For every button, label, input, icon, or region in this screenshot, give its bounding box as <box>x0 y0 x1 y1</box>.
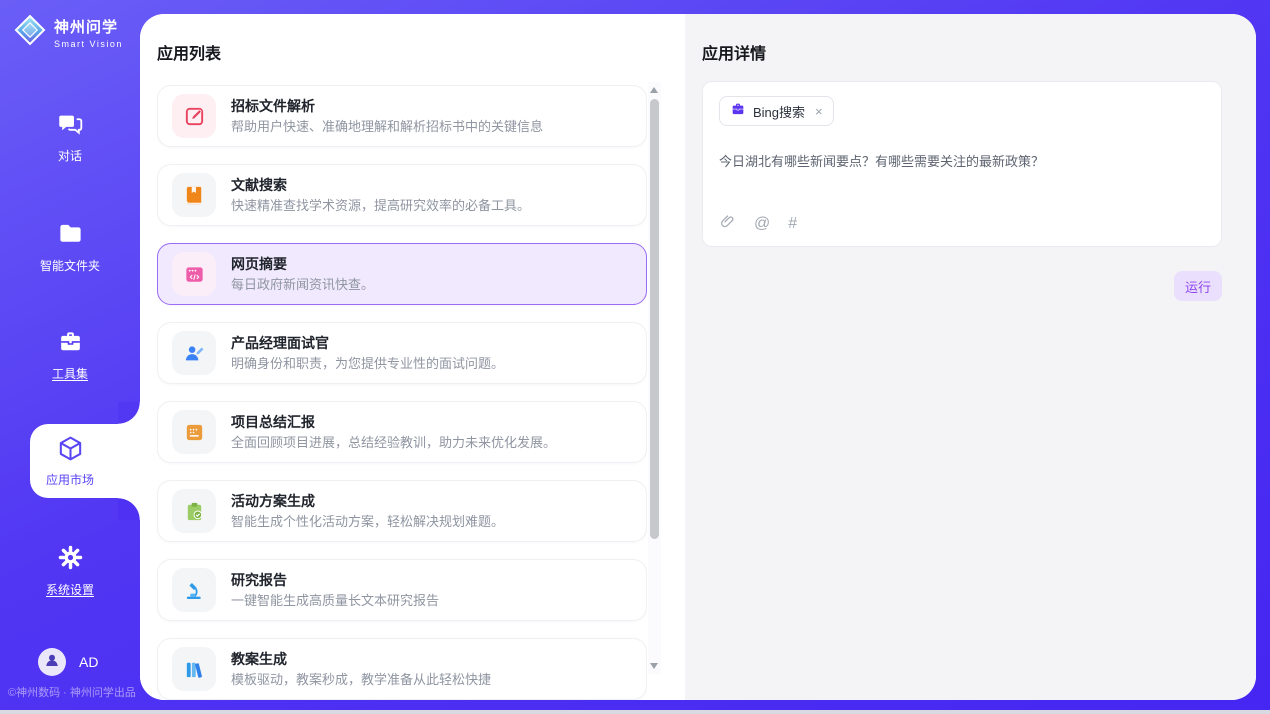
sidebar-item-settings[interactable]: 系统设置 <box>0 544 140 598</box>
sidebar-item-smart-folder[interactable]: 智能文件夹 <box>0 220 140 274</box>
app-detail-panel: 应用详情 Bing搜索 × 今日湖北有哪些新闻要点？有哪些需要关注的最新政策？ … <box>685 14 1256 700</box>
paperclip-icon[interactable] <box>719 213 736 235</box>
scrollbar[interactable] <box>648 82 661 674</box>
app-item-name: 文献搜索 <box>231 175 530 196</box>
sidebar: 神州问学 Smart Vision 对话 智能文件夹 工具集 应用市场 系统设置… <box>0 0 140 710</box>
app-item-description: 每日政府新闻资讯快查。 <box>231 275 374 295</box>
sidebar-item-label: 应用市场 <box>30 471 110 488</box>
tool-chip-bing-search[interactable]: Bing搜索 × <box>719 96 834 126</box>
cube-icon <box>56 450 85 467</box>
memo-icon <box>172 410 216 454</box>
app-item-name: 产品经理面试官 <box>231 333 504 354</box>
app-item-name: 网页摘要 <box>231 254 374 275</box>
sidebar-item-app-market[interactable]: 应用市场 <box>30 424 140 498</box>
book-icon <box>172 173 216 217</box>
app-item-name: 研究报告 <box>231 570 439 591</box>
prompt-card: Bing搜索 × 今日湖北有哪些新闻要点？有哪些需要关注的最新政策？ @ # <box>702 81 1222 247</box>
interviewer-icon <box>172 331 216 375</box>
avatar <box>38 648 66 676</box>
folder-icon <box>57 220 84 248</box>
briefcase-icon <box>730 101 746 122</box>
browser-code-icon <box>172 252 216 296</box>
app-item-name: 教案生成 <box>231 649 491 670</box>
app-list: 招标文件解析帮助用户快速、准确地理解和解析招标书中的关键信息文献搜索快速精准查找… <box>157 85 647 700</box>
sidebar-item-label: 对话 <box>0 147 140 164</box>
chat-icon <box>57 110 84 138</box>
list-item[interactable]: 招标文件解析帮助用户快速、准确地理解和解析招标书中的关键信息 <box>157 85 647 147</box>
list-item[interactable]: 文献搜索快速精准查找学术资源，提高研究效率的必备工具。 <box>157 164 647 226</box>
diamond-logo-icon <box>13 13 47 52</box>
bottom-strip <box>0 710 1270 714</box>
brand: 神州问学 Smart Vision <box>13 13 123 52</box>
sidebar-item-chat[interactable]: 对话 <box>0 110 140 164</box>
scroll-down-arrow-icon[interactable] <box>650 663 658 669</box>
list-item[interactable]: 教案生成模板驱动，教案秒成，教学准备从此轻松快捷 <box>157 638 647 700</box>
user-name: AD <box>79 654 98 670</box>
composer-toolbar: @ # <box>719 213 797 235</box>
sidebar-item-label: 工具集 <box>0 365 140 382</box>
sidebar-item-label: 系统设置 <box>0 581 140 598</box>
app-item-name: 项目总结汇报 <box>231 412 556 433</box>
app-item-name: 招标文件解析 <box>231 96 543 117</box>
app-list-title: 应用列表 <box>157 40 221 64</box>
query-input[interactable]: 今日湖北有哪些新闻要点？有哪些需要关注的最新政策？ <box>719 151 1199 170</box>
app-item-description: 明确身份和职责，为您提供专业性的面试问题。 <box>231 354 504 374</box>
clipboard-check-icon <box>172 489 216 533</box>
brand-subtitle: Smart Vision <box>54 39 123 49</box>
sidebar-item-toolset[interactable]: 工具集 <box>0 328 140 382</box>
edit-icon <box>172 94 216 138</box>
app-list-panel: 应用列表 招标文件解析帮助用户快速、准确地理解和解析招标书中的关键信息文献搜索快… <box>140 14 685 700</box>
app-item-description: 一键智能生成高质量长文本研究报告 <box>231 591 439 611</box>
microscope-icon <box>172 568 216 612</box>
app-item-description: 模板驱动，教案秒成，教学准备从此轻松快捷 <box>231 670 491 690</box>
list-item[interactable]: 网页摘要每日政府新闻资讯快查。 <box>157 243 647 305</box>
list-item[interactable]: 研究报告一键智能生成高质量长文本研究报告 <box>157 559 647 621</box>
user-avatar-icon <box>43 651 61 674</box>
scrollbar-thumb[interactable] <box>650 99 659 539</box>
app-item-description: 全面回顾项目进展，总结经验教训，助力未来优化发展。 <box>231 433 556 453</box>
app-item-description: 快速精准查找学术资源，提高研究效率的必备工具。 <box>231 196 530 216</box>
sidebar-item-label: 智能文件夹 <box>0 257 140 274</box>
brand-title: 神州问学 <box>54 16 123 37</box>
app-item-name: 活动方案生成 <box>231 491 504 512</box>
gear-icon <box>57 544 84 572</box>
toolbox-icon <box>57 328 84 356</box>
scroll-up-arrow-icon[interactable] <box>650 87 658 93</box>
list-item[interactable]: 产品经理面试官明确身份和职责，为您提供专业性的面试问题。 <box>157 322 647 384</box>
app-item-description: 帮助用户快速、准确地理解和解析招标书中的关键信息 <box>231 117 543 137</box>
chip-close-icon[interactable]: × <box>815 104 823 119</box>
app-detail-title: 应用详情 <box>702 40 766 64</box>
run-button[interactable]: 运行 <box>1174 271 1222 301</box>
list-item[interactable]: 项目总结汇报全面回顾项目进展，总结经验教训，助力未来优化发展。 <box>157 401 647 463</box>
hash-icon[interactable]: # <box>788 215 797 233</box>
books-icon <box>172 647 216 691</box>
list-item[interactable]: 活动方案生成智能生成个性化活动方案，轻松解决规划难题。 <box>157 480 647 542</box>
main-panel: 应用列表 招标文件解析帮助用户快速、准确地理解和解析招标书中的关键信息文献搜索快… <box>140 14 1256 700</box>
mention-icon[interactable]: @ <box>754 215 770 233</box>
copyright-footer: ©神州数码 · 神州问学出品 <box>8 684 148 700</box>
user-profile[interactable]: AD <box>38 648 98 676</box>
app-item-description: 智能生成个性化活动方案，轻松解决规划难题。 <box>231 512 504 532</box>
tool-chip-label: Bing搜索 <box>753 102 805 121</box>
